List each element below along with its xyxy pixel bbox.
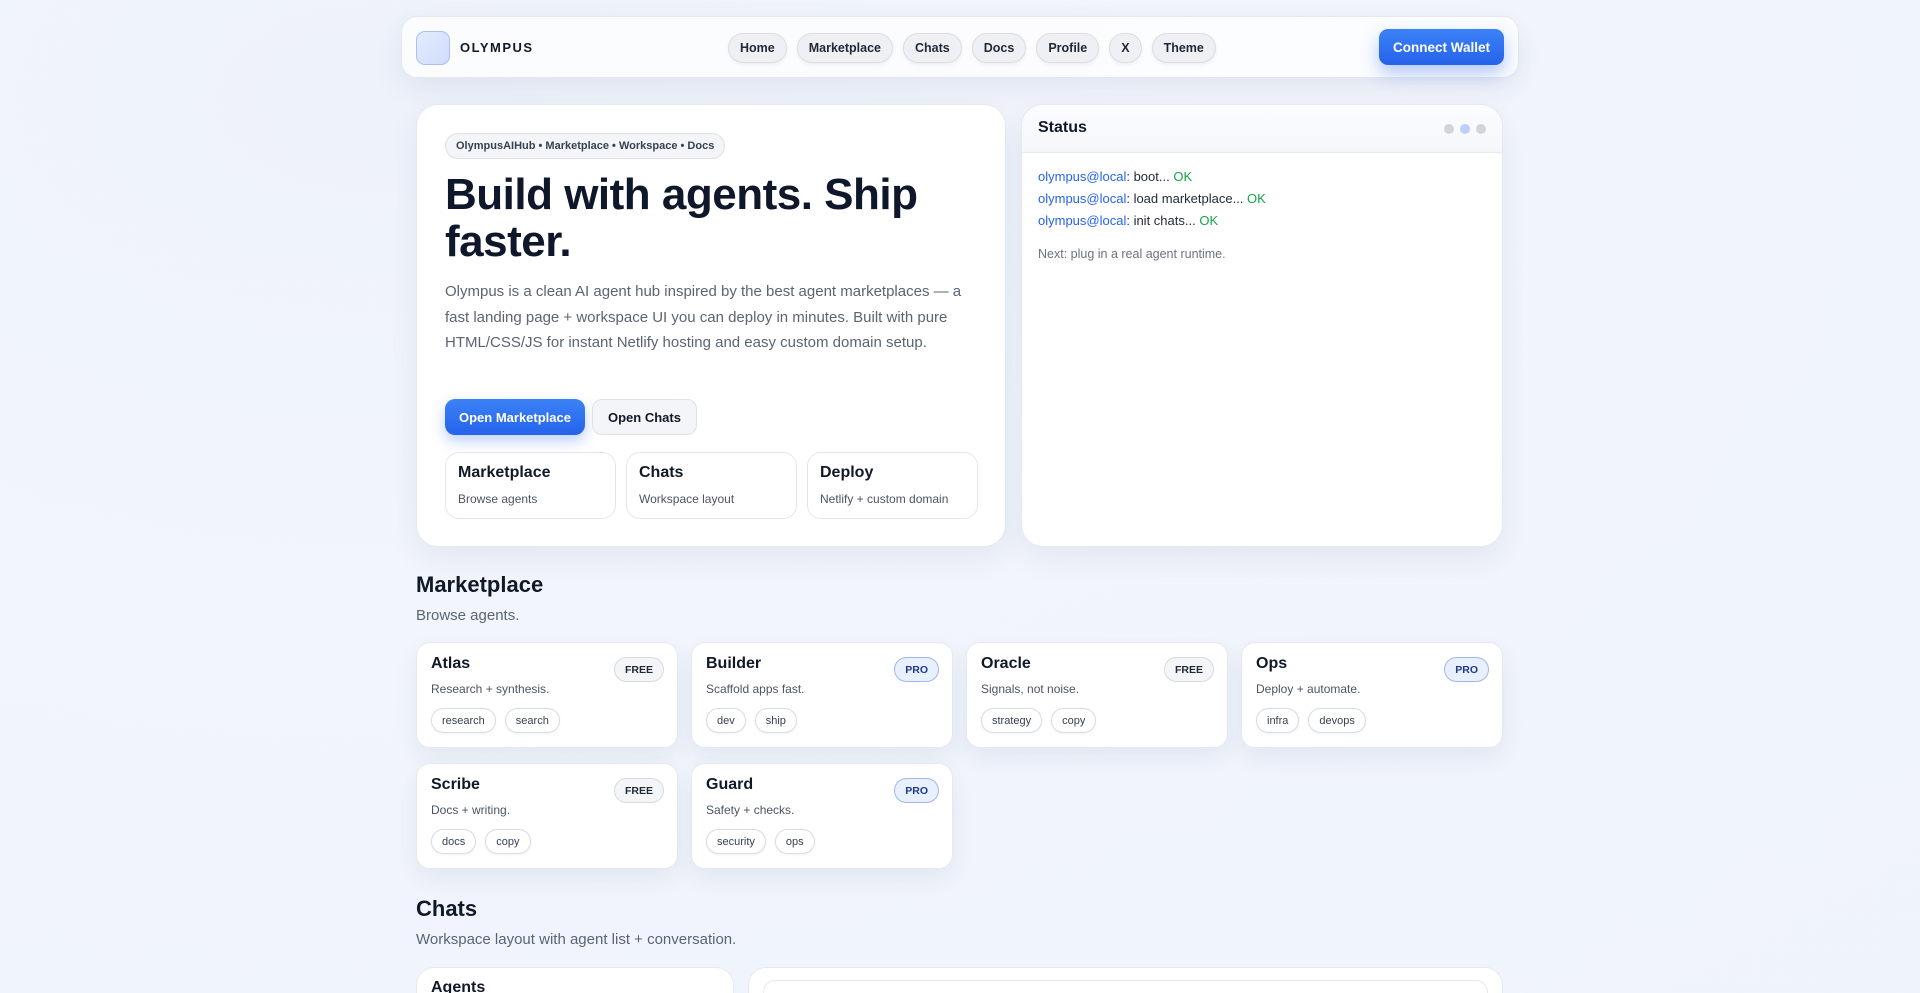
feature-marketplace[interactable]: Marketplace Browse agents (445, 452, 616, 519)
tag[interactable]: research (431, 708, 496, 733)
nav-docs[interactable]: Docs (971, 33, 1027, 63)
open-chats-button[interactable]: Open Chats (592, 399, 697, 435)
status-title: Status (1038, 119, 1087, 136)
hero-title: Build with agents. Ship faster. (445, 170, 918, 266)
agent-description: Docs + writing. (431, 803, 511, 817)
agent-tags: dev ship (706, 708, 797, 733)
agent-description: Scaffold apps fast. (706, 682, 805, 696)
nav-profile[interactable]: Profile (1036, 33, 1100, 63)
feature-subtitle: Workspace layout (639, 492, 735, 506)
nav-links: Home Marketplace Chats Docs Profile X Th… (728, 33, 1216, 63)
theme-toggle-button[interactable]: Theme (1151, 33, 1216, 63)
agent-card-oracle[interactable]: Oracle Signals, not noise. FREE strategy… (966, 642, 1228, 748)
dot-icon (1460, 124, 1470, 134)
feature-chats[interactable]: Chats Workspace layout (626, 452, 797, 519)
marketplace-section-subtitle: Browse agents. (416, 607, 520, 624)
tag[interactable]: dev (706, 708, 746, 733)
nav-home[interactable]: Home (728, 33, 787, 63)
open-marketplace-button[interactable]: Open Marketplace (445, 399, 585, 435)
hero-card: OlympusAIHub • Marketplace • Workspace •… (416, 104, 1006, 547)
agent-card-atlas[interactable]: Atlas Research + synthesis. FREE researc… (416, 642, 678, 748)
agent-card-guard[interactable]: Guard Safety + checks. PRO security ops (691, 763, 953, 869)
tier-badge: PRO (894, 657, 939, 682)
agent-name: Atlas (431, 655, 471, 672)
top-navbar: OLYMPUS Home Marketplace Chats Docs Prof… (401, 16, 1519, 78)
marketplace-section-title: Marketplace (416, 572, 544, 597)
status-card: Status olympus@local: boot... OK olympus… (1021, 104, 1503, 547)
agent-card-builder[interactable]: Builder Scaffold apps fast. PRO dev ship (691, 642, 953, 748)
agent-tags: strategy copy (981, 708, 1097, 733)
agents-list-title: Agents (431, 979, 486, 993)
agent-card-scribe[interactable]: Scribe Docs + writing. FREE docs copy (416, 763, 678, 869)
conversation-header (763, 980, 1488, 993)
agent-name: Guard (706, 776, 754, 793)
agent-description: Deploy + automate. (1256, 682, 1361, 696)
tag[interactable]: infra (1256, 708, 1300, 733)
chats-conversation-panel (748, 967, 1503, 993)
tag[interactable]: ship (754, 708, 797, 733)
brand-logo-icon[interactable] (416, 31, 450, 65)
log-line: olympus@local: boot... OK (1038, 169, 1193, 184)
chats-agent-list: Agents (416, 967, 734, 993)
tag[interactable]: devops (1308, 708, 1366, 733)
tier-badge: FREE (613, 778, 664, 803)
tag[interactable]: copy (1051, 708, 1097, 733)
agent-description: Research + synthesis. (431, 682, 550, 696)
agent-description: Signals, not noise. (981, 682, 1080, 696)
nav-chats[interactable]: Chats (903, 33, 962, 63)
nav-marketplace[interactable]: Marketplace (796, 33, 893, 63)
feature-title: Deploy (820, 464, 874, 481)
agent-description: Safety + checks. (706, 803, 795, 817)
nav-x[interactable]: X (1109, 33, 1142, 63)
feature-subtitle: Browse agents (458, 492, 538, 506)
status-note: Next: plug in a real agent runtime. (1038, 247, 1226, 261)
tag[interactable]: strategy (981, 708, 1043, 733)
dot-icon (1476, 124, 1486, 134)
tag[interactable]: docs (431, 829, 477, 854)
tag[interactable]: search (504, 708, 560, 733)
feature-title: Chats (639, 464, 684, 481)
log-line: olympus@local: load marketplace... OK (1038, 191, 1266, 206)
tier-badge: PRO (894, 778, 939, 803)
page: OLYMPUS Home Marketplace Chats Docs Prof… (0, 0, 1920, 993)
hero-tagline-badge: OlympusAIHub • Marketplace • Workspace •… (445, 133, 726, 159)
tier-badge: FREE (1163, 657, 1214, 682)
connect-wallet-button[interactable]: Connect Wallet (1378, 29, 1504, 65)
tag[interactable]: security (706, 829, 766, 854)
tag[interactable]: copy (485, 829, 531, 854)
status-header: Status (1022, 105, 1502, 153)
agent-tags: infra devops (1256, 708, 1366, 733)
log-line: olympus@local: init chats... OK (1038, 213, 1219, 228)
agent-tags: research search (431, 708, 560, 733)
brand-name[interactable]: OLYMPUS (460, 40, 534, 55)
dot-icon (1444, 124, 1454, 134)
tag[interactable]: ops (774, 829, 815, 854)
chats-section-title: Chats (416, 896, 478, 921)
tier-badge: FREE (613, 657, 664, 682)
window-dots (1444, 124, 1486, 134)
agent-name: Builder (706, 655, 762, 672)
agent-name: Ops (1256, 655, 1288, 672)
agent-card-ops[interactable]: Ops Deploy + automate. PRO infra devops (1241, 642, 1503, 748)
tier-badge: PRO (1444, 657, 1489, 682)
feature-title: Marketplace (458, 464, 551, 481)
feature-deploy[interactable]: Deploy Netlify + custom domain (807, 452, 978, 519)
agent-name: Oracle (981, 655, 1031, 672)
agent-tags: security ops (706, 829, 815, 854)
agent-name: Scribe (431, 776, 480, 793)
agent-tags: docs copy (431, 829, 531, 854)
feature-subtitle: Netlify + custom domain (820, 492, 949, 506)
hero-description: Olympus is a clean AI agent hub inspired… (445, 283, 962, 351)
chats-section-subtitle: Workspace layout with agent list + conve… (416, 931, 737, 948)
